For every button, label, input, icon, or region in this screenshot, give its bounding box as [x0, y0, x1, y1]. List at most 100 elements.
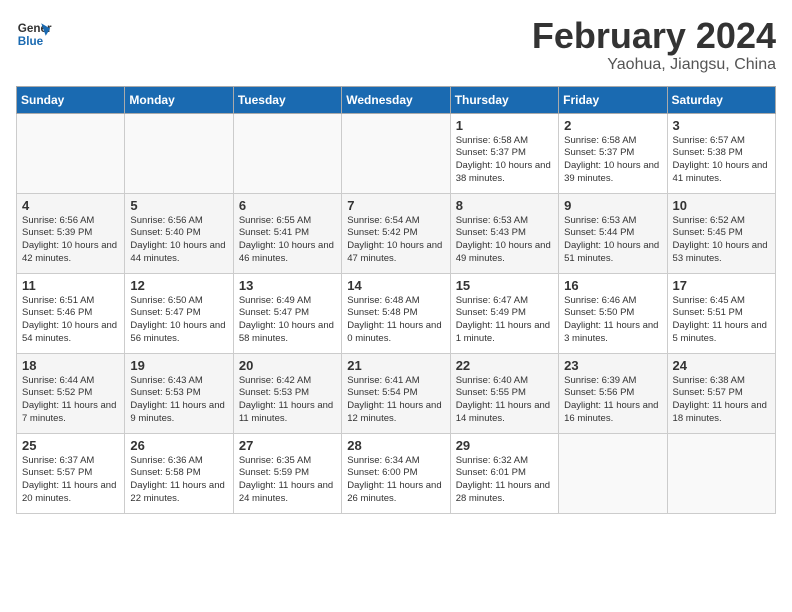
calendar-cell: 6Sunrise: 6:55 AM Sunset: 5:41 PM Daylig…: [233, 193, 341, 273]
day-number: 27: [239, 438, 336, 453]
day-info: Sunrise: 6:37 AM Sunset: 5:57 PM Dayligh…: [22, 455, 119, 506]
calendar-cell: 25 Sunrise: 6:37 AM Sunset: 5:57 PM Dayli…: [17, 433, 125, 513]
day-number: 11: [22, 278, 119, 293]
day-info: Sunrise: 6:49 AM Sunset: 5:47 PM Dayligh…: [239, 295, 336, 346]
day-info: Sunrise: 6:34 AM Sunset: 6:00 PM Dayligh…: [347, 455, 444, 506]
weekday-header-monday: Monday: [125, 86, 233, 113]
calendar-week-3: 11 Sunrise: 6:51 AM Sunset: 5:46 PM Dayli…: [17, 273, 776, 353]
calendar-cell: 5Sunrise: 6:56 AM Sunset: 5:40 PM Daylig…: [125, 193, 233, 273]
day-number: 22: [456, 358, 553, 373]
calendar-table: SundayMondayTuesdayWednesdayThursdayFrid…: [16, 86, 776, 514]
calendar-cell: 11 Sunrise: 6:51 AM Sunset: 5:46 PM Dayli…: [17, 273, 125, 353]
day-info: Sunrise: 6:48 AM Sunset: 5:48 PM Dayligh…: [347, 295, 444, 346]
calendar-cell: 13 Sunrise: 6:49 AM Sunset: 5:47 PM Dayli…: [233, 273, 341, 353]
calendar-cell: 19 Sunrise: 6:43 AM Sunset: 5:53 PM Dayli…: [125, 353, 233, 433]
day-info: Sunrise: 6:44 AM Sunset: 5:52 PM Dayligh…: [22, 375, 119, 426]
weekday-header-saturday: Saturday: [667, 86, 775, 113]
calendar-cell: 4 Sunrise: 6:56 AM Sunset: 5:39 PM Daylig…: [17, 193, 125, 273]
calendar-cell: 22 Sunrise: 6:40 AM Sunset: 5:55 PM Dayli…: [450, 353, 558, 433]
weekday-header-tuesday: Tuesday: [233, 86, 341, 113]
svg-text:Blue: Blue: [18, 35, 44, 48]
calendar-cell: 3 Sunrise: 6:57 AM Sunset: 5:38 PM Daylig…: [667, 113, 775, 193]
day-info: Sunrise: 6:55 AM Sunset: 5:41 PM Dayligh…: [239, 215, 336, 266]
day-number: 5: [130, 198, 227, 213]
calendar-cell: 17 Sunrise: 6:45 AM Sunset: 5:51 PM Dayli…: [667, 273, 775, 353]
calendar-cell: 8 Sunrise: 6:53 AM Sunset: 5:43 PM Daylig…: [450, 193, 558, 273]
calendar-cell: [342, 113, 450, 193]
calendar-cell: [559, 433, 667, 513]
day-number: 1: [456, 118, 553, 133]
day-number: 16: [564, 278, 661, 293]
calendar-cell: 14 Sunrise: 6:48 AM Sunset: 5:48 PM Dayli…: [342, 273, 450, 353]
day-number: 14: [347, 278, 444, 293]
calendar-week-1: 1 Sunrise: 6:58 AM Sunset: 5:37 PM Daylig…: [17, 113, 776, 193]
day-number: 17: [673, 278, 770, 293]
day-number: 25: [22, 438, 119, 453]
day-number: 7: [347, 198, 444, 213]
calendar-cell: 18 Sunrise: 6:44 AM Sunset: 5:52 PM Dayli…: [17, 353, 125, 433]
day-number: 2: [564, 118, 661, 133]
calendar-cell: 28 Sunrise: 6:34 AM Sunset: 6:00 PM Dayli…: [342, 433, 450, 513]
calendar-cell: 29 Sunrise: 6:32 AM Sunset: 6:01 PM Dayli…: [450, 433, 558, 513]
weekday-header-thursday: Thursday: [450, 86, 558, 113]
day-info: Sunrise: 6:58 AM Sunset: 5:37 PM Dayligh…: [456, 135, 553, 186]
calendar-cell: 12Sunrise: 6:50 AM Sunset: 5:47 PM Dayli…: [125, 273, 233, 353]
weekday-header-row: SundayMondayTuesdayWednesdayThursdayFrid…: [17, 86, 776, 113]
day-info: Sunrise: 6:46 AM Sunset: 5:50 PM Dayligh…: [564, 295, 661, 346]
day-number: 13: [239, 278, 336, 293]
day-number: 12: [130, 278, 227, 293]
calendar-cell: [667, 433, 775, 513]
day-number: 18: [22, 358, 119, 373]
calendar-cell: 26Sunrise: 6:36 AM Sunset: 5:58 PM Dayli…: [125, 433, 233, 513]
day-info: Sunrise: 6:38 AM Sunset: 5:57 PM Dayligh…: [673, 375, 770, 426]
day-number: 20: [239, 358, 336, 373]
calendar-week-4: 18 Sunrise: 6:44 AM Sunset: 5:52 PM Dayli…: [17, 353, 776, 433]
day-number: 19: [130, 358, 227, 373]
calendar-cell: 2 Sunrise: 6:58 AM Sunset: 5:37 PM Daylig…: [559, 113, 667, 193]
calendar-cell: [17, 113, 125, 193]
calendar-cell: 21 Sunrise: 6:41 AM Sunset: 5:54 PM Dayli…: [342, 353, 450, 433]
day-info: Sunrise: 6:53 AM Sunset: 5:44 PM Dayligh…: [564, 215, 661, 266]
day-number: 9: [564, 198, 661, 213]
day-number: 8: [456, 198, 553, 213]
day-number: 29: [456, 438, 553, 453]
day-info: Sunrise: 6:35 AM Sunset: 5:59 PM Dayligh…: [239, 455, 336, 506]
month-title: February 2024: [532, 16, 776, 56]
day-number: 15: [456, 278, 553, 293]
day-number: 3: [673, 118, 770, 133]
day-number: 21: [347, 358, 444, 373]
calendar-cell: 15Sunrise: 6:47 AM Sunset: 5:49 PM Dayli…: [450, 273, 558, 353]
day-info: Sunrise: 6:41 AM Sunset: 5:54 PM Dayligh…: [347, 375, 444, 426]
day-info: Sunrise: 6:54 AM Sunset: 5:42 PM Dayligh…: [347, 215, 444, 266]
day-number: 23: [564, 358, 661, 373]
day-info: Sunrise: 6:43 AM Sunset: 5:53 PM Dayligh…: [130, 375, 227, 426]
calendar-cell: 24 Sunrise: 6:38 AM Sunset: 5:57 PM Dayli…: [667, 353, 775, 433]
day-info: Sunrise: 6:39 AM Sunset: 5:56 PM Dayligh…: [564, 375, 661, 426]
day-info: Sunrise: 6:40 AM Sunset: 5:55 PM Dayligh…: [456, 375, 553, 426]
calendar-cell: 20Sunrise: 6:42 AM Sunset: 5:53 PM Dayli…: [233, 353, 341, 433]
day-number: 24: [673, 358, 770, 373]
calendar-week-5: 25 Sunrise: 6:37 AM Sunset: 5:57 PM Dayli…: [17, 433, 776, 513]
calendar-cell: 9 Sunrise: 6:53 AM Sunset: 5:44 PM Daylig…: [559, 193, 667, 273]
day-info: Sunrise: 6:58 AM Sunset: 5:37 PM Dayligh…: [564, 135, 661, 186]
day-number: 4: [22, 198, 119, 213]
day-info: Sunrise: 6:32 AM Sunset: 6:01 PM Dayligh…: [456, 455, 553, 506]
calendar-cell: 23 Sunrise: 6:39 AM Sunset: 5:56 PM Dayli…: [559, 353, 667, 433]
title-block: February 2024 Yaohua, Jiangsu, China: [532, 16, 776, 74]
day-number: 26: [130, 438, 227, 453]
weekday-header-sunday: Sunday: [17, 86, 125, 113]
location: Yaohua, Jiangsu, China: [532, 56, 776, 74]
day-info: Sunrise: 6:45 AM Sunset: 5:51 PM Dayligh…: [673, 295, 770, 346]
calendar-cell: 16 Sunrise: 6:46 AM Sunset: 5:50 PM Dayli…: [559, 273, 667, 353]
logo: General Blue: [16, 16, 52, 52]
calendar-cell: [125, 113, 233, 193]
day-info: Sunrise: 6:52 AM Sunset: 5:45 PM Dayligh…: [673, 215, 770, 266]
day-info: Sunrise: 6:56 AM Sunset: 5:39 PM Dayligh…: [22, 215, 119, 266]
weekday-header-wednesday: Wednesday: [342, 86, 450, 113]
day-info: Sunrise: 6:51 AM Sunset: 5:46 PM Dayligh…: [22, 295, 119, 346]
day-info: Sunrise: 6:57 AM Sunset: 5:38 PM Dayligh…: [673, 135, 770, 186]
day-number: 28: [347, 438, 444, 453]
day-info: Sunrise: 6:53 AM Sunset: 5:43 PM Dayligh…: [456, 215, 553, 266]
weekday-header-friday: Friday: [559, 86, 667, 113]
calendar-cell: 27 Sunrise: 6:35 AM Sunset: 5:59 PM Dayli…: [233, 433, 341, 513]
